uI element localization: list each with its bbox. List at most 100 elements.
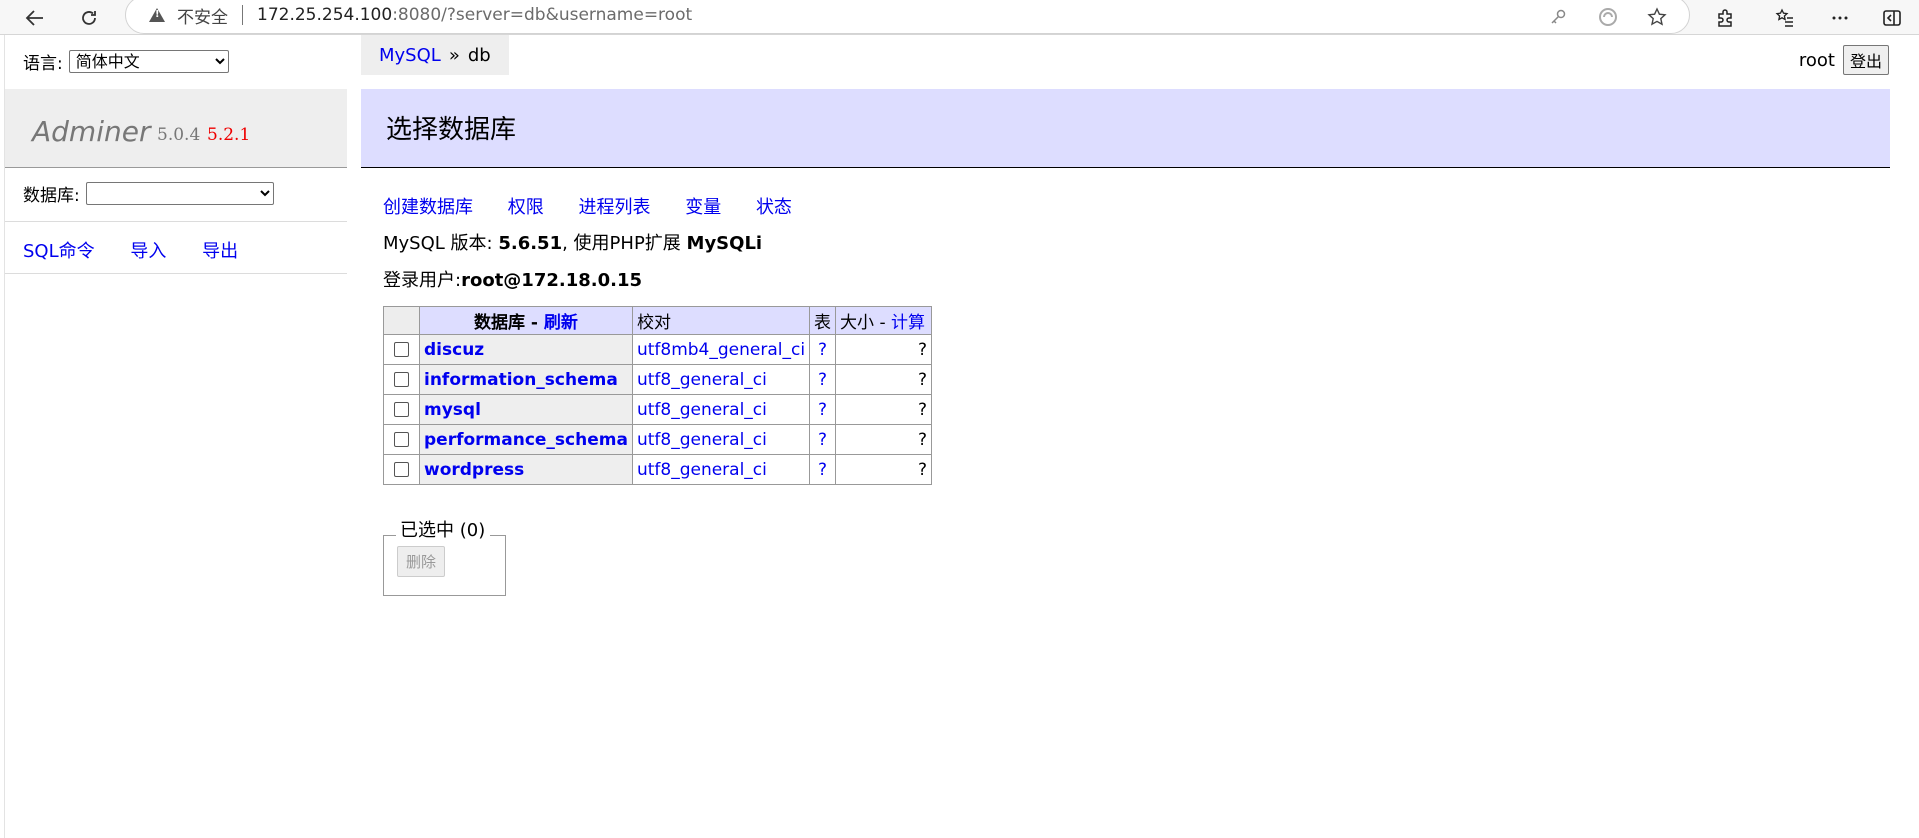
row-checkbox-cell (383, 424, 420, 455)
database-link[interactable]: performance_schema (424, 430, 628, 450)
version-prefix: MySQL 版本: (383, 233, 493, 254)
collation-cell: utf8mb4_general_ci (631, 334, 811, 365)
insecure-label: 不安全 (177, 7, 228, 28)
tables-link[interactable]: ? (818, 340, 827, 360)
more-menu-icon[interactable] (1820, 0, 1860, 35)
new-version-link[interactable]: 5.2.1 (207, 125, 250, 145)
key-icon[interactable] (1543, 2, 1573, 32)
database-link[interactable]: discuz (424, 340, 484, 360)
language-switcher: 语言: 简体中文 (23, 49, 229, 74)
privileges-link[interactable]: 权限 (508, 197, 544, 218)
tables-cell: ? (809, 424, 837, 455)
size-cell: ? (835, 334, 933, 365)
tables-cell: ? (809, 334, 837, 365)
tables-cell: ? (809, 394, 837, 425)
variables-link[interactable]: 变量 (685, 197, 721, 218)
collation-link[interactable]: utf8_general_ci (637, 460, 767, 480)
import-link[interactable]: 导入 (130, 241, 166, 262)
table-row: performance_schema utf8_general_ci ? ? (383, 424, 933, 455)
sql-command-link[interactable]: SQL命令 (23, 241, 95, 262)
divider (5, 273, 347, 274)
row-checkbox[interactable] (394, 372, 409, 387)
size-cell: ? (835, 454, 933, 485)
extensions-icon[interactable] (1705, 0, 1745, 35)
tables-link[interactable]: ? (818, 460, 827, 480)
browser-toolbar: 不安全 172.25.254.100:8080/?server=db&usern… (0, 0, 1919, 35)
database-name-cell: wordpress (419, 454, 633, 485)
language-select[interactable]: 简体中文 (68, 50, 229, 73)
collation-link[interactable]: utf8_general_ci (637, 430, 767, 450)
breadcrumb-server: db (467, 44, 491, 66)
page-title: 选择数据库 (361, 89, 1890, 168)
size-cell: ? (835, 364, 933, 395)
sidebar-links: SQL命令 导入 导出 (23, 237, 268, 263)
collation-link[interactable]: utf8mb4_general_ci (637, 340, 805, 360)
tables-link[interactable]: ? (818, 430, 827, 450)
address-bar[interactable]: 不安全 172.25.254.100:8080/?server=db&usern… (125, 0, 1690, 34)
address-separator (242, 5, 243, 25)
row-checkbox[interactable] (394, 342, 409, 357)
size-header-label: 大小 (840, 313, 875, 333)
database-name-cell: discuz (419, 334, 633, 365)
back-arrow-icon[interactable] (15, 0, 55, 35)
reload-icon[interactable] (69, 0, 109, 35)
favorite-star-icon[interactable] (1642, 2, 1672, 32)
breadcrumb-driver-link[interactable]: MySQL (379, 45, 441, 66)
collation-link[interactable]: utf8_general_ci (637, 370, 767, 390)
table-row: wordpress utf8_general_ci ? ? (383, 454, 933, 485)
select-all-header (383, 306, 420, 335)
table-row: mysql utf8_general_ci ? ? (383, 394, 933, 425)
tables-cell: ? (809, 454, 837, 485)
breadcrumb: MySQL » db (361, 35, 509, 75)
size-column-header: 大小 - 计算 (835, 306, 933, 335)
collation-cell: utf8_general_ci (631, 454, 811, 485)
row-checkbox-cell (383, 454, 420, 485)
table-row: discuz utf8mb4_general_ci ? ? (383, 334, 933, 365)
brand-link[interactable]: Adminer (32, 115, 150, 148)
sidebar-toggle-icon[interactable] (1872, 0, 1912, 35)
row-checkbox[interactable] (394, 432, 409, 447)
delete-button[interactable]: 删除 (397, 546, 446, 577)
row-checkbox-cell (383, 364, 420, 395)
page: 语言: 简体中文 Adminer 5.0.4 5.2.1 数据库: SQL命令 … (0, 35, 1919, 838)
process-list-link[interactable]: 进程列表 (578, 197, 650, 218)
tables-cell: ? (809, 364, 837, 395)
row-checkbox-cell (383, 394, 420, 425)
refresh-link[interactable]: 刷新 (544, 313, 578, 333)
warning-icon (149, 7, 165, 23)
login-prefix: 登录用户: (383, 270, 462, 291)
database-select[interactable] (85, 182, 274, 205)
divider (5, 221, 347, 222)
size-cell: ? (835, 394, 933, 425)
url-host: 172.25.254.100 (257, 5, 393, 25)
size-cell: ? (835, 424, 933, 455)
create-database-link[interactable]: 创建数据库 (383, 197, 473, 218)
breadcrumb-separator: » (448, 44, 460, 66)
row-checkbox[interactable] (394, 402, 409, 417)
favorites-list-icon[interactable] (1765, 0, 1805, 35)
header-sep: - (874, 313, 891, 333)
version-text: 5.0.4 (157, 125, 201, 145)
compute-link[interactable]: 计算 (891, 313, 925, 333)
tables-link[interactable]: ? (818, 370, 827, 390)
logout-button[interactable]: 登出 (1842, 45, 1889, 75)
collation-cell: utf8_general_ci (631, 394, 811, 425)
version-mid: , 使用PHP扩展 (562, 233, 681, 254)
header-sep: - (525, 313, 544, 333)
export-link[interactable]: 导出 (202, 241, 238, 262)
database-link[interactable]: information_schema (424, 370, 618, 390)
database-link[interactable]: mysql (424, 400, 481, 420)
database-name-cell: mysql (419, 394, 633, 425)
table-header-row: 数据库 - 刷新 校对 表 大小 - 计算 (383, 306, 933, 335)
database-link[interactable]: wordpress (424, 460, 524, 480)
status-link[interactable]: 状态 (756, 197, 792, 218)
collation-cell: utf8_general_ci (631, 424, 811, 455)
translate-icon[interactable] (1593, 2, 1623, 32)
row-checkbox[interactable] (394, 462, 409, 477)
collation-link[interactable]: utf8_general_ci (637, 400, 767, 420)
selection-legend: 已选中 (0) (396, 516, 491, 542)
database-switcher: 数据库: (23, 181, 274, 206)
tables-column-header: 表 (809, 306, 837, 335)
tables-link[interactable]: ? (818, 400, 827, 420)
database-label: 数据库: (23, 186, 80, 206)
